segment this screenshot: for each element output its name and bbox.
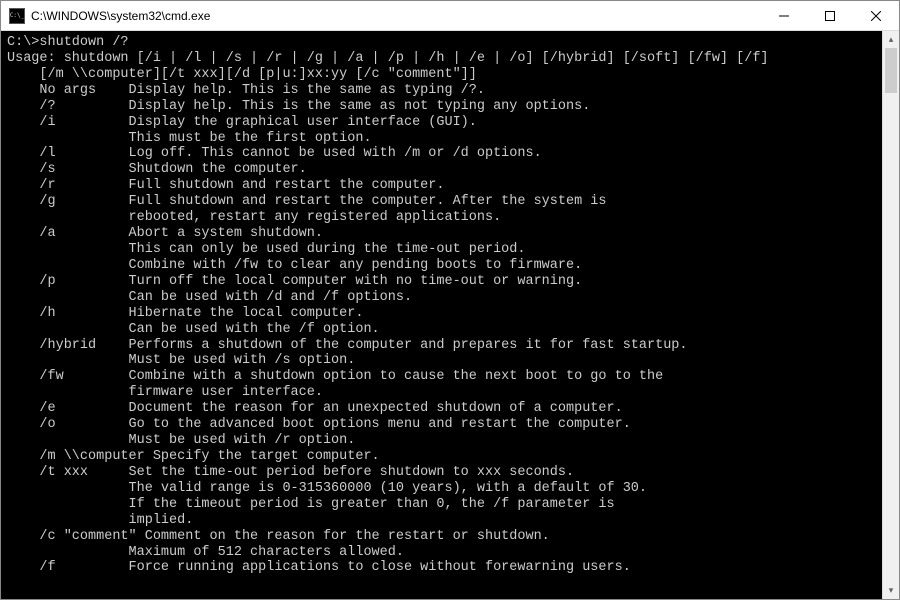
scroll-thumb[interactable] [885,48,897,93]
window-controls [761,1,899,31]
terminal-line: If the timeout period is greater than 0,… [7,497,876,513]
terminal-line: /r Full shutdown and restart the compute… [7,178,876,194]
titlebar[interactable]: C:\WINDOWS\system32\cmd.exe [1,1,899,31]
terminal-line: /l Log off. This cannot be used with /m … [7,146,876,162]
terminal-line: /c "comment" Comment on the reason for t… [7,529,876,545]
terminal-line: Must be used with /r option. [7,433,876,449]
terminal-line: Usage: shutdown [/i | /l | /s | /r | /g … [7,51,876,67]
terminal-line: /s Shutdown the computer. [7,162,876,178]
terminal-output[interactable]: C:\>shutdown /?Usage: shutdown [/i | /l … [1,31,882,599]
terminal-line: This must be the first option. [7,131,876,147]
terminal-line: /g Full shutdown and restart the compute… [7,194,876,210]
terminal-line: /t xxx Set the time-out period before sh… [7,465,876,481]
terminal-line: Must be used with /s option. [7,353,876,369]
terminal-line: implied. [7,513,876,529]
terminal-line: /? Display help. This is the same as not… [7,99,876,115]
maximize-button[interactable] [807,1,853,31]
terminal-line: /p Turn off the local computer with no t… [7,274,876,290]
scroll-up-arrow[interactable]: ▴ [883,31,899,48]
scroll-down-arrow[interactable]: ▾ [883,582,899,599]
minimize-button[interactable] [761,1,807,31]
terminal-line: /i Display the graphical user interface … [7,115,876,131]
cmd-window: C:\WINDOWS\system32\cmd.exe C:\>shutdown… [0,0,900,600]
terminal-line: Maximum of 512 characters allowed. [7,545,876,561]
terminal-line: This can only be used during the time-ou… [7,242,876,258]
terminal-line: Can be used with the /f option. [7,322,876,338]
minimize-icon [779,11,789,21]
terminal-line: /a Abort a system shutdown. [7,226,876,242]
terminal-line: [/m \\computer][/t xxx][/d [p|u:]xx:yy [… [7,67,876,83]
window-title: C:\WINDOWS\system32\cmd.exe [31,9,761,23]
terminal-line: /fw Combine with a shutdown option to ca… [7,369,876,385]
terminal-line: The valid range is 0-315360000 (10 years… [7,481,876,497]
terminal-line: /f Force running applications to close w… [7,560,876,576]
terminal-line: /m \\computer Specify the target compute… [7,449,876,465]
terminal-line: /o Go to the advanced boot options menu … [7,417,876,433]
terminal-line: No args Display help. This is the same a… [7,83,876,99]
terminal-line: /h Hibernate the local computer. [7,306,876,322]
content-area: C:\>shutdown /?Usage: shutdown [/i | /l … [1,31,899,599]
terminal-line: Combine with /fw to clear any pending bo… [7,258,876,274]
maximize-icon [825,11,835,21]
close-button[interactable] [853,1,899,31]
terminal-line: /hybrid Performs a shutdown of the compu… [7,338,876,354]
terminal-line: /e Document the reason for an unexpected… [7,401,876,417]
close-icon [871,11,881,21]
vertical-scrollbar[interactable]: ▴ ▾ [882,31,899,599]
terminal-line: C:\>shutdown /? [7,35,876,51]
cmd-icon [9,8,25,24]
terminal-line: Can be used with /d and /f options. [7,290,876,306]
terminal-line: firmware user interface. [7,385,876,401]
terminal-line: rebooted, restart any registered applica… [7,210,876,226]
